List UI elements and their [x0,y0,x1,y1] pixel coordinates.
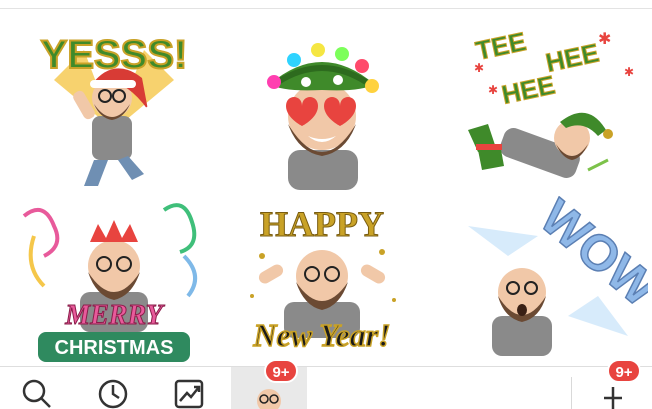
search-icon[interactable] [20,375,54,409]
sticker-tee-hee-art: TEE HEE HEE ✱ ✱ ✱ ✱ [468,26,634,178]
recent-clock-icon[interactable] [96,375,130,409]
sticker-grid: YESSS! TEE HEE HEE ✱ ✱ ✱ ✱ MERRY CHRISTM… [0,10,652,362]
svg-text:✱: ✱ [474,61,484,75]
sticker-merry-christmas[interactable]: MERRY CHRISTMAS [14,196,214,366]
sticker-yesss[interactable]: YESSS! [14,20,214,190]
sticker-heart-eyes-art [267,43,379,190]
sticker-wow-art: WOW [468,196,648,356]
sticker-tee-text: TEE [473,26,529,66]
svg-text:✱: ✱ [598,31,611,48]
svg-text:✱: ✱ [624,65,634,79]
sticker-tee-hee[interactable]: TEE HEE HEE ✱ ✱ ✱ ✱ [448,20,648,190]
sticker-wow[interactable]: WOW [448,196,648,366]
sticker-hee-text-2: HEE [499,69,558,109]
svg-text:✱: ✱ [488,83,498,97]
sticker-new-year-text: New Year! [252,317,390,353]
sticker-christmas-text: CHRISTMAS [55,337,174,359]
sticker-wow-text: WOW [530,196,648,318]
trending-icon[interactable] [172,375,206,409]
tab-divider [571,377,572,409]
store-badge: 9+ [607,359,641,383]
sticker-merry-text: MERRY [64,300,165,331]
sticker-tab-bar: 9+ 9+ [0,359,652,409]
sticker-merry-christmas-art: MERRY CHRISTMAS [22,203,197,362]
sticker-yesss-art: YESSS! [40,32,188,186]
sticker-happy-new-year[interactable]: HAPPY New Year! [222,196,422,366]
add-icon[interactable] [604,387,622,409]
pack-badge: 9+ [264,359,298,383]
sticker-happy-new-year-art: HAPPY New Year! [250,204,396,354]
top-divider [0,8,652,9]
sticker-heart-eyes[interactable] [222,20,422,190]
sticker-happy-text: HAPPY [260,204,384,244]
